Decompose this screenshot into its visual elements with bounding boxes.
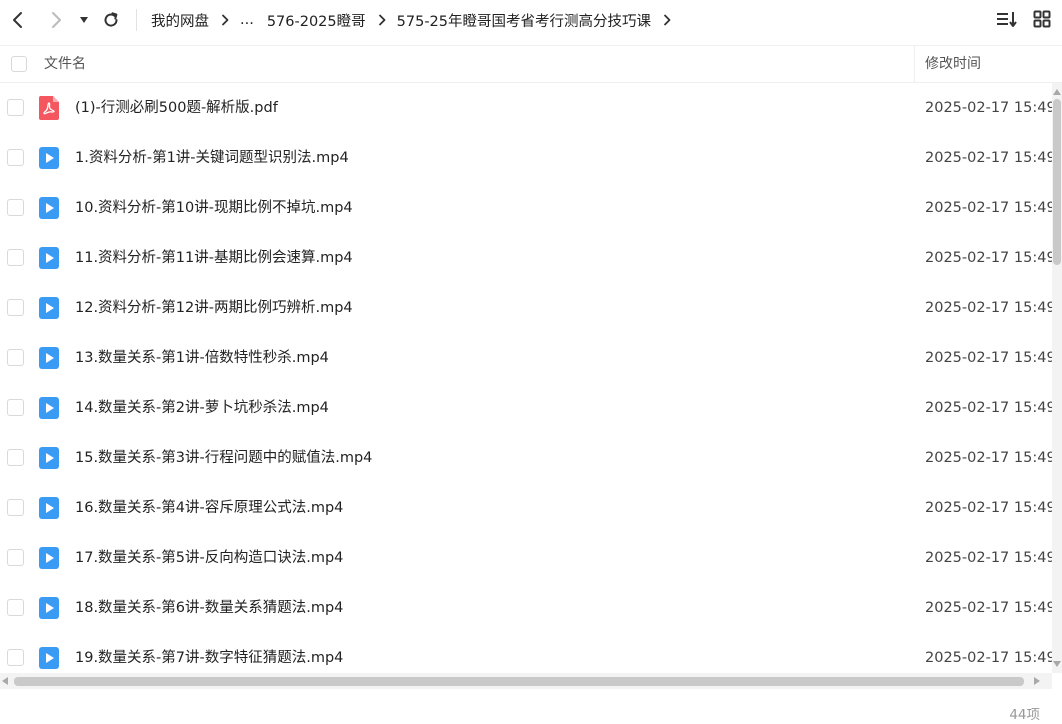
breadcrumb: 我的网盘 ... 576-2025瞪哥 575-25年瞪哥国考省考行测高分技巧课 xyxy=(151,0,682,40)
back-button[interactable] xyxy=(6,8,30,32)
file-modified-time: 2025-02-17 15:49 xyxy=(925,550,1052,566)
row-checkbox[interactable] xyxy=(7,299,24,316)
file-modified-time: 2025-02-17 15:49 xyxy=(925,350,1052,366)
sort-list-icon xyxy=(996,10,1018,32)
scroll-right-arrow-icon[interactable] xyxy=(1034,677,1040,685)
video-file-icon xyxy=(38,346,60,370)
video-file-icon xyxy=(38,596,60,620)
row-checkbox[interactable] xyxy=(7,599,24,616)
horizontal-scrollbar[interactable] xyxy=(0,673,1052,689)
column-header-modified-time[interactable]: 修改时间 xyxy=(925,46,981,83)
file-name[interactable]: 13.数量关系-第1讲-倍数特性秒杀.mp4 xyxy=(75,333,329,383)
breadcrumb-item-ellipsis[interactable]: ... xyxy=(240,12,254,28)
video-file-icon xyxy=(38,546,60,570)
breadcrumb-separator-icon xyxy=(221,14,229,26)
file-modified-time: 2025-02-17 15:49 xyxy=(925,600,1052,616)
horizontal-scroll-thumb[interactable] xyxy=(14,677,1024,686)
breadcrumb-item-parent[interactable]: 576-2025瞪哥 xyxy=(267,10,366,31)
grid-view-icon xyxy=(1033,10,1051,32)
breadcrumb-item-root[interactable]: 我的网盘 xyxy=(151,10,209,31)
pdf-file-icon xyxy=(38,96,60,120)
video-file-icon xyxy=(38,646,60,670)
video-file-icon xyxy=(38,246,60,270)
file-modified-time: 2025-02-17 15:49 xyxy=(925,650,1052,666)
row-checkbox[interactable] xyxy=(7,349,24,366)
forward-button[interactable] xyxy=(44,8,68,32)
file-modified-time: 2025-02-17 15:49 xyxy=(925,100,1052,116)
row-checkbox[interactable] xyxy=(7,499,24,516)
refresh-button[interactable] xyxy=(99,8,123,32)
column-header-name[interactable]: 文件名 xyxy=(44,46,86,83)
file-row[interactable]: 10.资料分析-第10讲-现期比例不掉坑.mp4 2025-02-17 15:49 xyxy=(0,183,1052,233)
file-row[interactable]: 12.资料分析-第12讲-两期比例巧辨析.mp4 2025-02-17 15:49 xyxy=(0,283,1052,333)
column-divider[interactable] xyxy=(914,46,915,83)
file-row[interactable]: 1.资料分析-第1讲-关键词题型识别法.mp4 2025-02-17 15:49 xyxy=(0,133,1052,183)
file-row[interactable]: 14.数量关系-第2讲-萝卜坑秒杀法.mp4 2025-02-17 15:49 xyxy=(0,383,1052,433)
caret-down-icon xyxy=(79,16,89,24)
vertical-scroll-thumb[interactable] xyxy=(1053,99,1061,265)
scroll-up-arrow-icon[interactable] xyxy=(1053,89,1061,95)
history-dropdown-button[interactable] xyxy=(74,8,94,32)
file-list-header: 文件名 修改时间 xyxy=(0,45,1062,83)
breadcrumb-separator-icon xyxy=(663,14,671,26)
file-row[interactable]: 13.数量关系-第1讲-倍数特性秒杀.mp4 2025-02-17 15:49 xyxy=(0,333,1052,383)
file-name[interactable]: 12.资料分析-第12讲-两期比例巧辨析.mp4 xyxy=(75,283,353,333)
toolbar-divider xyxy=(136,9,137,31)
file-modified-time: 2025-02-17 15:49 xyxy=(925,400,1052,416)
select-all-checkbox[interactable] xyxy=(11,56,27,72)
video-file-icon xyxy=(38,396,60,420)
sort-button[interactable] xyxy=(995,9,1019,33)
file-row[interactable]: (1)-行测必刷500题-解析版.pdf 2025-02-17 15:49 xyxy=(0,83,1052,133)
row-checkbox[interactable] xyxy=(7,199,24,216)
row-checkbox[interactable] xyxy=(7,149,24,166)
file-row[interactable]: 11.资料分析-第11讲-基期比例会速算.mp4 2025-02-17 15:49 xyxy=(0,233,1052,283)
file-name[interactable]: 1.资料分析-第1讲-关键词题型识别法.mp4 xyxy=(75,133,349,183)
toolbar: 我的网盘 ... 576-2025瞪哥 575-25年瞪哥国考省考行测高分技巧课 xyxy=(0,0,1062,40)
row-checkbox[interactable] xyxy=(7,649,24,666)
file-row[interactable]: 16.数量关系-第4讲-容斥原理公式法.mp4 2025-02-17 15:49 xyxy=(0,483,1052,533)
file-row[interactable]: 18.数量关系-第6讲-数量关系猜题法.mp4 2025-02-17 15:49 xyxy=(0,583,1052,633)
refresh-icon xyxy=(102,11,120,29)
chevron-left-icon xyxy=(11,11,25,29)
video-file-icon xyxy=(38,146,60,170)
video-file-icon xyxy=(38,496,60,520)
file-name[interactable]: 11.资料分析-第11讲-基期比例会速算.mp4 xyxy=(75,233,353,283)
row-checkbox[interactable] xyxy=(7,99,24,116)
breadcrumb-separator-icon xyxy=(378,14,386,26)
file-modified-time: 2025-02-17 15:49 xyxy=(925,450,1052,466)
file-modified-time: 2025-02-17 15:49 xyxy=(925,150,1052,166)
file-modified-time: 2025-02-17 15:49 xyxy=(925,300,1052,316)
chevron-right-icon xyxy=(49,11,63,29)
file-list: (1)-行测必刷500题-解析版.pdf 2025-02-17 15:49 1.资料… xyxy=(0,83,1052,673)
row-checkbox[interactable] xyxy=(7,449,24,466)
row-checkbox[interactable] xyxy=(7,549,24,566)
video-file-icon xyxy=(38,196,60,220)
file-name[interactable]: 17.数量关系-第5讲-反向构造口诀法.mp4 xyxy=(75,533,343,583)
video-file-icon xyxy=(38,296,60,320)
row-checkbox[interactable] xyxy=(7,249,24,266)
row-checkbox[interactable] xyxy=(7,399,24,416)
file-name[interactable]: (1)-行测必刷500题-解析版.pdf xyxy=(75,83,278,133)
breadcrumb-item-current[interactable]: 575-25年瞪哥国考省考行测高分技巧课 xyxy=(397,10,651,31)
file-row[interactable]: 17.数量关系-第5讲-反向构造口诀法.mp4 2025-02-17 15:49 xyxy=(0,533,1052,583)
file-name[interactable]: 15.数量关系-第3讲-行程问题中的赋值法.mp4 xyxy=(75,433,372,483)
file-modified-time: 2025-02-17 15:49 xyxy=(925,500,1052,516)
file-name[interactable]: 18.数量关系-第6讲-数量关系猜题法.mp4 xyxy=(75,583,343,633)
file-modified-time: 2025-02-17 15:49 xyxy=(925,200,1052,216)
scroll-left-arrow-icon[interactable] xyxy=(2,677,8,685)
file-modified-time: 2025-02-17 15:49 xyxy=(925,250,1052,266)
grid-view-button[interactable] xyxy=(1030,9,1054,33)
file-name[interactable]: 16.数量关系-第4讲-容斥原理公式法.mp4 xyxy=(75,483,343,533)
file-row[interactable]: 15.数量关系-第3讲-行程问题中的赋值法.mp4 2025-02-17 15:4… xyxy=(0,433,1052,483)
file-name[interactable]: 19.数量关系-第7讲-数字特征猜题法.mp4 xyxy=(75,633,343,673)
vertical-scrollbar[interactable] xyxy=(1052,83,1062,673)
item-count: 44项 xyxy=(1009,707,1040,723)
file-name[interactable]: 14.数量关系-第2讲-萝卜坑秒杀法.mp4 xyxy=(75,383,329,433)
video-file-icon xyxy=(38,446,60,470)
file-row[interactable]: 19.数量关系-第7讲-数字特征猜题法.mp4 2025-02-17 15:49 xyxy=(0,633,1052,673)
file-name[interactable]: 10.资料分析-第10讲-现期比例不掉坑.mp4 xyxy=(75,183,353,233)
scroll-down-arrow-icon[interactable] xyxy=(1053,661,1061,667)
